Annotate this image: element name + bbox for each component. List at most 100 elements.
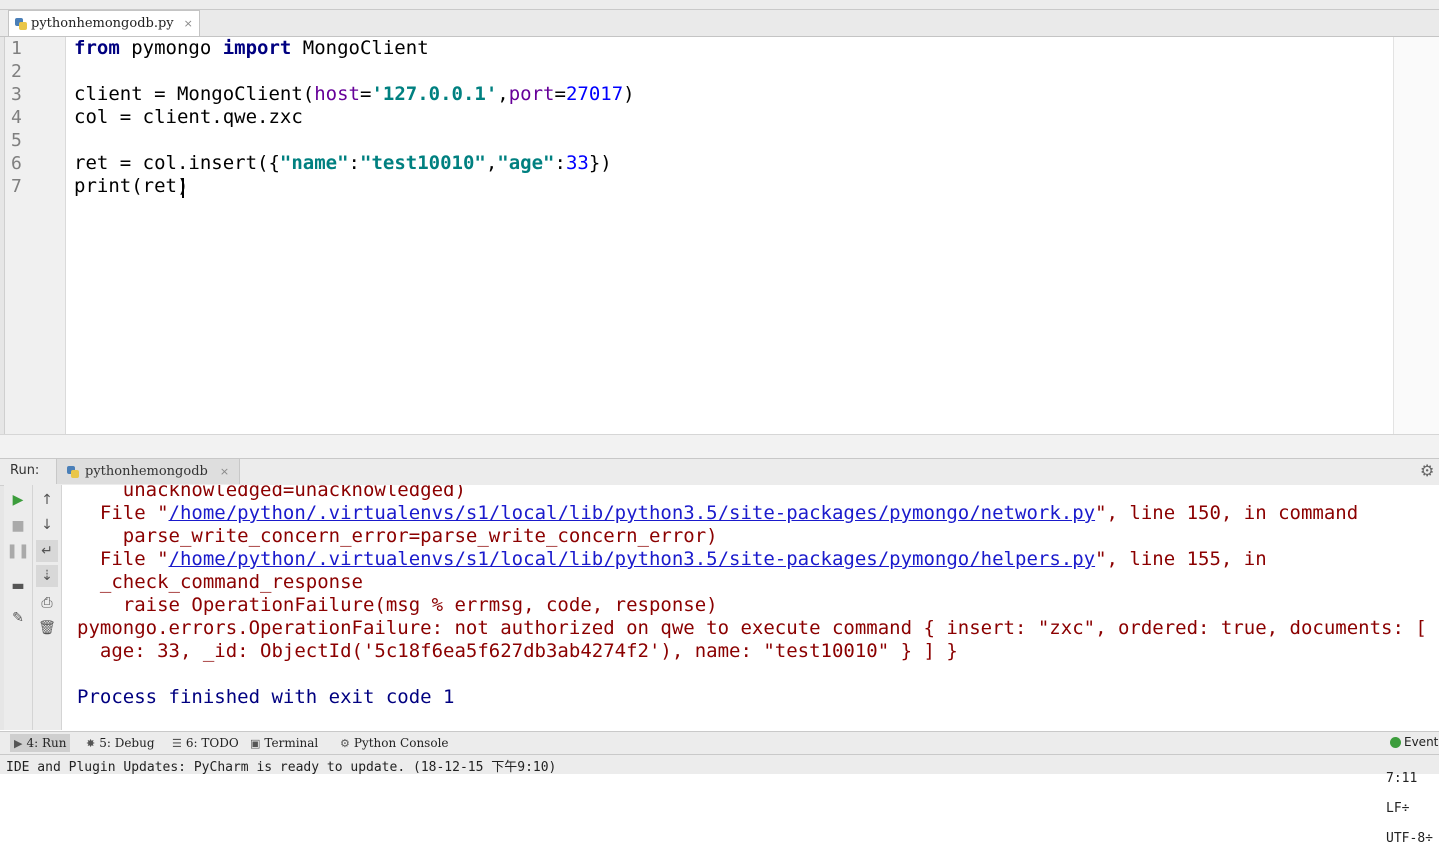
code-token: ret = col.insert({ bbox=[74, 152, 280, 174]
console-text: ", line 155, in bbox=[1095, 548, 1267, 570]
tool-window-label: 5: Debug bbox=[99, 736, 155, 750]
file-path-link[interactable]: /home/python/.virtualenvs/s1/local/lib/p… bbox=[169, 548, 1096, 570]
editor-tab-pythonhemongodb[interactable]: pythonhemongodb.py × bbox=[8, 10, 200, 36]
stop-icon[interactable]: ■ bbox=[7, 515, 29, 537]
code-editor[interactable]: from pymongo import MongoClient client = … bbox=[66, 37, 1393, 434]
run-toolbar-primary: ▶ ■ ❚❚ ▬ ✎ bbox=[4, 485, 33, 730]
code-token: : bbox=[554, 152, 566, 174]
close-icon[interactable]: × bbox=[220, 465, 229, 478]
console-line: Process finished with exit code 1 bbox=[77, 686, 455, 708]
code-token: '127.0.0.1' bbox=[371, 83, 498, 105]
text-caret bbox=[182, 178, 184, 198]
code-token: , bbox=[485, 152, 498, 174]
tool-window-python-console[interactable]: ⚙ Python Console bbox=[340, 734, 449, 752]
tool-window-terminal[interactable]: ▣ Terminal bbox=[250, 734, 318, 752]
run-toolbar-secondary: ↑ ↓ ↵ ⇣ ⎙ 🗑 bbox=[33, 485, 62, 730]
code-token: "name" bbox=[279, 152, 349, 174]
rerun-icon[interactable]: ▶ bbox=[7, 489, 29, 511]
console-text: File " bbox=[77, 548, 169, 570]
file-encoding[interactable]: UTF-8÷ bbox=[1386, 831, 1433, 846]
console-line: unacknowledged=unacknowledged) bbox=[77, 485, 466, 501]
code-token: , bbox=[497, 83, 509, 105]
panel-splitter[interactable] bbox=[0, 434, 1439, 459]
code-line: from pymongo import MongoClient bbox=[74, 37, 429, 60]
event-log-label: Event bbox=[1404, 735, 1439, 749]
line-number-gutter: 1234567 bbox=[5, 37, 66, 434]
code-token: }) bbox=[588, 152, 612, 174]
code-token: import bbox=[222, 37, 292, 59]
file-path-link[interactable]: /home/python/.virtualenvs/s1/local/lib/p… bbox=[169, 502, 1096, 524]
event-log-icon bbox=[1390, 736, 1401, 748]
tool-window-label: 6: TODO bbox=[185, 736, 239, 750]
tool-window-label: Python Console bbox=[353, 736, 449, 750]
terminal-icon: ▣ bbox=[250, 736, 261, 750]
arrow-up-icon[interactable]: ↑ bbox=[36, 489, 58, 511]
console-line: File "/home/python/.virtualenvs/s1/local… bbox=[77, 548, 1267, 571]
restore-layout-icon[interactable]: ▬ bbox=[7, 575, 29, 597]
pause-icon[interactable]: ❚❚ bbox=[6, 540, 29, 562]
console-line: pymongo.errors.OperationFailure: not aut… bbox=[77, 617, 1439, 639]
pin-icon[interactable]: ✎ bbox=[7, 607, 29, 629]
run-label: Run: bbox=[10, 463, 40, 478]
code-token: 33 bbox=[565, 152, 589, 174]
line-separator[interactable]: LF÷ bbox=[1386, 801, 1409, 816]
run-icon: ▶ bbox=[14, 736, 23, 750]
console-line: age: 33, _id: ObjectId('5c18f6ea5f627db3… bbox=[77, 640, 958, 662]
console-text: File " bbox=[77, 502, 169, 524]
code-line: col = client.qwe.zxc bbox=[74, 106, 303, 129]
code-line: print(ret) bbox=[74, 175, 188, 198]
breadcrumb-strip bbox=[0, 0, 1439, 10]
code-token: print(ret) bbox=[74, 175, 189, 197]
code-line: client = MongoClient(host = '127.0.0.1',po… bbox=[74, 83, 635, 106]
run-console-output[interactable]: unacknowledged=unacknowledged) File "/ho… bbox=[62, 485, 1439, 730]
editor-tab-label: pythonhemongodb.py bbox=[31, 16, 174, 31]
line-number: 4 bbox=[11, 107, 22, 128]
line-number: 3 bbox=[11, 84, 22, 105]
close-icon[interactable]: × bbox=[184, 17, 193, 30]
code-token: client = MongoClient( bbox=[74, 83, 315, 105]
code-token: pymongo bbox=[119, 37, 223, 59]
tool-window-debug[interactable]: ✸ 5: Debug bbox=[86, 734, 155, 752]
code-token: "test10010" bbox=[360, 152, 486, 174]
run-tab-label: pythonhemongodb bbox=[85, 464, 208, 479]
line-number: 5 bbox=[11, 130, 22, 151]
tool-window-label: Terminal bbox=[264, 736, 319, 750]
python-file-icon bbox=[15, 17, 27, 30]
code-token: MongoClient bbox=[291, 37, 429, 59]
scroll-to-end-icon[interactable]: ⇣ bbox=[36, 565, 58, 587]
console-line: raise OperationFailure(msg % errmsg, cod… bbox=[77, 594, 718, 616]
line-number: 2 bbox=[11, 61, 22, 82]
line-number: 6 bbox=[11, 153, 22, 174]
code-token: = bbox=[554, 83, 566, 105]
tool-window-todo[interactable]: ☰ 6: TODO bbox=[172, 734, 239, 752]
status-message[interactable]: IDE and Plugin Updates: PyCharm is ready… bbox=[6, 756, 556, 775]
line-number: 1 bbox=[11, 38, 22, 59]
editor-scrollbar[interactable] bbox=[1394, 37, 1439, 434]
gear-icon[interactable]: ⚙ bbox=[1420, 461, 1434, 480]
console-line: File "/home/python/.virtualenvs/s1/local… bbox=[77, 502, 1358, 525]
run-tab-pythonhemongodb[interactable]: pythonhemongodb × bbox=[56, 459, 241, 484]
soft-wrap-icon[interactable]: ↵ bbox=[36, 540, 58, 562]
tool-window-run[interactable]: ▶ 4: Run bbox=[10, 734, 71, 752]
trash-icon[interactable]: 🗑 bbox=[36, 617, 58, 639]
code-line: ret = col.insert({"name":"test10010","ag… bbox=[74, 152, 612, 175]
console-line: parse_write_concern_error=parse_write_co… bbox=[77, 525, 718, 547]
code-token: col = client.qwe.zxc bbox=[74, 106, 303, 128]
caret-position[interactable]: 7:11 bbox=[1386, 771, 1417, 786]
editor-tab-bar bbox=[0, 10, 1439, 37]
code-token: "age" bbox=[497, 152, 555, 174]
code-token: port bbox=[508, 83, 555, 105]
tool-window-label: 4: Run bbox=[26, 736, 67, 750]
print-icon[interactable]: ⎙ bbox=[36, 592, 58, 614]
event-log-button[interactable]: Event bbox=[1390, 735, 1438, 749]
code-token: ) bbox=[623, 83, 635, 105]
console-line: _check_command_response bbox=[77, 571, 363, 593]
todo-icon: ☰ bbox=[172, 736, 182, 750]
status-right-group: 7:11 LF÷ UTF-8÷ bbox=[1370, 756, 1433, 846]
code-token: host bbox=[314, 83, 360, 105]
code-token: : bbox=[348, 152, 360, 174]
arrow-down-icon[interactable]: ↓ bbox=[36, 514, 58, 536]
python-console-icon: ⚙ bbox=[340, 736, 350, 750]
code-token: 27017 bbox=[565, 83, 624, 105]
code-token: from bbox=[74, 37, 120, 59]
